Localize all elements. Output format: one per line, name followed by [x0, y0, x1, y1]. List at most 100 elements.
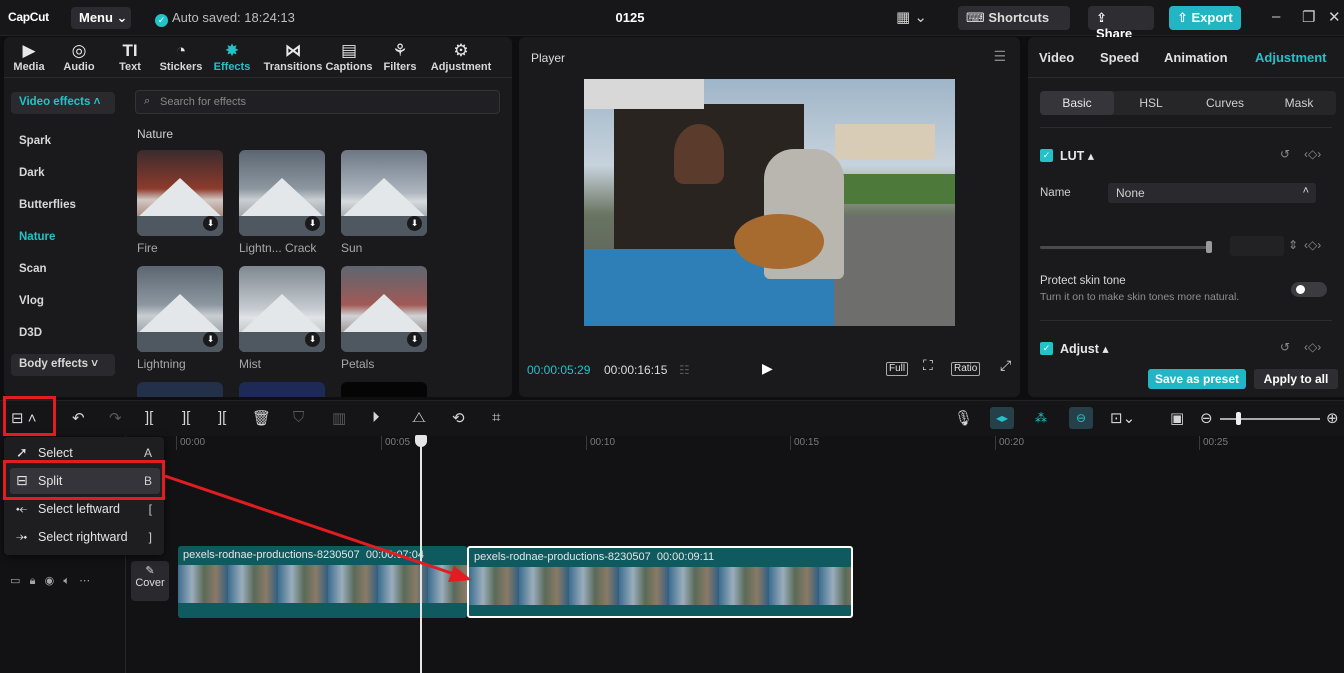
subtab-curves[interactable]: Curves — [1188, 91, 1262, 115]
reset-icon[interactable]: ↺ — [1280, 340, 1290, 354]
download-icon[interactable]: ⬇ — [305, 216, 320, 231]
keyframe-icon[interactable]: ‹◇› — [1304, 147, 1321, 161]
video-clip[interactable]: pexels-rodnae-productions-8230507 00:00:… — [178, 546, 467, 618]
category-spark[interactable]: Spark — [19, 135, 51, 147]
effect-fire[interactable]: ⬇ Fire — [137, 150, 225, 255]
adjust-label[interactable]: Adjust ▴ — [1060, 341, 1109, 356]
redo-icon[interactable]: ↷ — [109, 409, 122, 427]
category-vlog[interactable]: Vlog — [19, 295, 44, 307]
download-icon[interactable]: ⬇ — [407, 332, 422, 347]
menu-item-select-rightward[interactable]: ⤞ Select rightward] — [10, 524, 160, 550]
tab-speed[interactable]: Speed — [1100, 50, 1139, 65]
tab-effects[interactable]: ✸ Effects — [207, 41, 257, 73]
playhead[interactable] — [420, 436, 422, 673]
speed-icon[interactable]: ⏵ — [372, 409, 380, 426]
lut-intensity-slider[interactable] — [1040, 246, 1210, 249]
eye-icon[interactable]: ◉ — [45, 575, 55, 587]
zoom-slider[interactable] — [1220, 418, 1320, 420]
rotate-icon[interactable]: ⟲ — [452, 409, 465, 427]
volume-icon[interactable]: 🔈︎ — [63, 575, 70, 587]
close-icon[interactable]: ✕ — [1328, 8, 1341, 26]
crop-icon[interactable]: ⌗ — [492, 409, 500, 426]
effect-partial[interactable] — [137, 382, 225, 397]
menu-button[interactable]: Menu ⌄ — [71, 7, 131, 29]
track-video-icon[interactable]: ▭ — [10, 575, 20, 587]
download-icon[interactable]: ⬇ — [407, 216, 422, 231]
minimize-icon[interactable]: – — [1272, 8, 1280, 25]
effect-partial[interactable] — [341, 382, 429, 397]
keyframe-icon[interactable]: ‹◇› — [1304, 340, 1321, 354]
tab-captions[interactable]: ▤ Captions — [324, 41, 374, 73]
tab-video[interactable]: Video — [1039, 50, 1074, 65]
preview-axis-icon[interactable]: ⊡⌄ — [1110, 409, 1135, 427]
microphone-icon[interactable]: 🎙 — [954, 409, 973, 427]
export-button[interactable]: ⇧ Export — [1169, 6, 1241, 30]
video-preview[interactable] — [584, 79, 955, 326]
category-dark[interactable]: Dark — [19, 167, 45, 179]
protect-skin-toggle[interactable] — [1291, 282, 1327, 297]
subtab-mask[interactable]: Mask — [1262, 91, 1336, 115]
tab-text[interactable]: TI Text — [105, 41, 155, 73]
play-icon[interactable]: ▶ — [762, 360, 773, 377]
download-icon[interactable]: ⬇ — [305, 332, 320, 347]
tab-adjustment[interactable]: Adjustment — [1255, 50, 1327, 65]
effect-partial[interactable] — [239, 382, 327, 397]
effect-mist[interactable]: ⬇ Mist — [239, 266, 327, 371]
effect-sun[interactable]: ⬇ Sun — [341, 150, 429, 255]
category-butterflies[interactable]: Butterflies — [19, 199, 76, 211]
linkage-icon[interactable]: ⊖ — [1069, 407, 1093, 429]
subtab-basic[interactable]: Basic — [1040, 91, 1114, 115]
playhead-handle[interactable] — [415, 435, 427, 447]
keyframe-icon[interactable]: ‹◇› — [1304, 238, 1321, 252]
zoom-in-icon[interactable]: ⊕ — [1326, 409, 1339, 427]
body-effects-button[interactable]: Body effects ˅ — [11, 354, 115, 376]
download-icon[interactable]: ⬇ — [203, 216, 218, 231]
stepper-icon[interactable]: ⇕ — [1288, 238, 1298, 252]
tab-transitions[interactable]: ⋈ Transitions — [263, 41, 323, 73]
tab-media[interactable]: ▶ Media — [4, 41, 54, 73]
zoom-handle[interactable] — [1236, 412, 1241, 425]
video-clip-selected[interactable]: pexels-rodnae-productions-8230507 00:00:… — [467, 546, 853, 618]
delete-icon[interactable]: 🗑 — [252, 409, 271, 427]
delete-right-icon[interactable]: ][ — [218, 409, 226, 426]
reset-icon[interactable]: ↺ — [1280, 147, 1290, 161]
menu-icon[interactable]: ☰ — [993, 48, 1006, 65]
download-icon[interactable]: ⬇ — [203, 332, 218, 347]
lock-icon[interactable]: 🔒︎ — [30, 575, 36, 587]
layout-icon[interactable]: ▦ ⌄ — [896, 8, 927, 26]
lut-intensity-input[interactable] — [1230, 236, 1284, 256]
effect-lightning[interactable]: ⬇ Lightning — [137, 266, 225, 371]
effect-lightning-crack[interactable]: ⬇ Lightn... Crack — [239, 150, 327, 255]
mask-icon[interactable]: ⛉ — [293, 409, 304, 426]
cover-button[interactable]: ✎ Cover — [131, 561, 169, 601]
mirror-icon[interactable]: ⧍ — [412, 409, 426, 426]
share-button[interactable]: ⇪ Share — [1088, 6, 1154, 41]
subtab-hsl[interactable]: HSL — [1114, 91, 1188, 115]
freeze-icon[interactable]: ▥ — [332, 409, 346, 427]
shortcuts-button[interactable]: ⌨ Shortcuts — [958, 6, 1070, 30]
more-icon[interactable]: ⋯ — [79, 575, 90, 587]
tab-audio[interactable]: ◎ Audio — [54, 41, 104, 73]
full-button[interactable]: Full — [886, 362, 909, 376]
project-title[interactable]: 0125 — [600, 10, 660, 25]
tab-adjustment[interactable]: ⚙ Adjustment — [429, 41, 493, 73]
category-nature[interactable]: Nature — [19, 231, 55, 243]
video-effects-button[interactable]: Video effects ˄ — [11, 92, 115, 114]
undo-icon[interactable]: ↶ — [72, 409, 85, 427]
zoom-fit-icon[interactable]: ⛶ — [921, 358, 935, 373]
lut-name-select[interactable]: None ˄ — [1108, 183, 1316, 203]
tab-animation[interactable]: Animation — [1164, 50, 1228, 65]
save-as-preset-button[interactable]: Save as preset — [1148, 369, 1246, 389]
apply-to-all-button[interactable]: Apply to all — [1254, 369, 1338, 389]
delete-left-icon[interactable]: ][ — [182, 409, 190, 426]
adjust-checkbox[interactable]: ✓ — [1040, 342, 1053, 355]
maximize-icon[interactable]: ❐ — [1302, 8, 1315, 26]
lut-label[interactable]: LUT ▴ — [1060, 148, 1094, 163]
timeline-fit-icon[interactable]: ▣ — [1170, 409, 1184, 427]
lut-checkbox[interactable]: ✓ — [1040, 149, 1053, 162]
search-input[interactable]: ⌕ Search for effects — [135, 90, 500, 114]
auto-snap-icon[interactable]: ⁂ — [1029, 407, 1053, 429]
category-d3d[interactable]: D3D — [19, 327, 42, 339]
split-icon[interactable]: ][ — [145, 409, 153, 426]
ratio-button[interactable]: Ratio — [951, 362, 981, 376]
